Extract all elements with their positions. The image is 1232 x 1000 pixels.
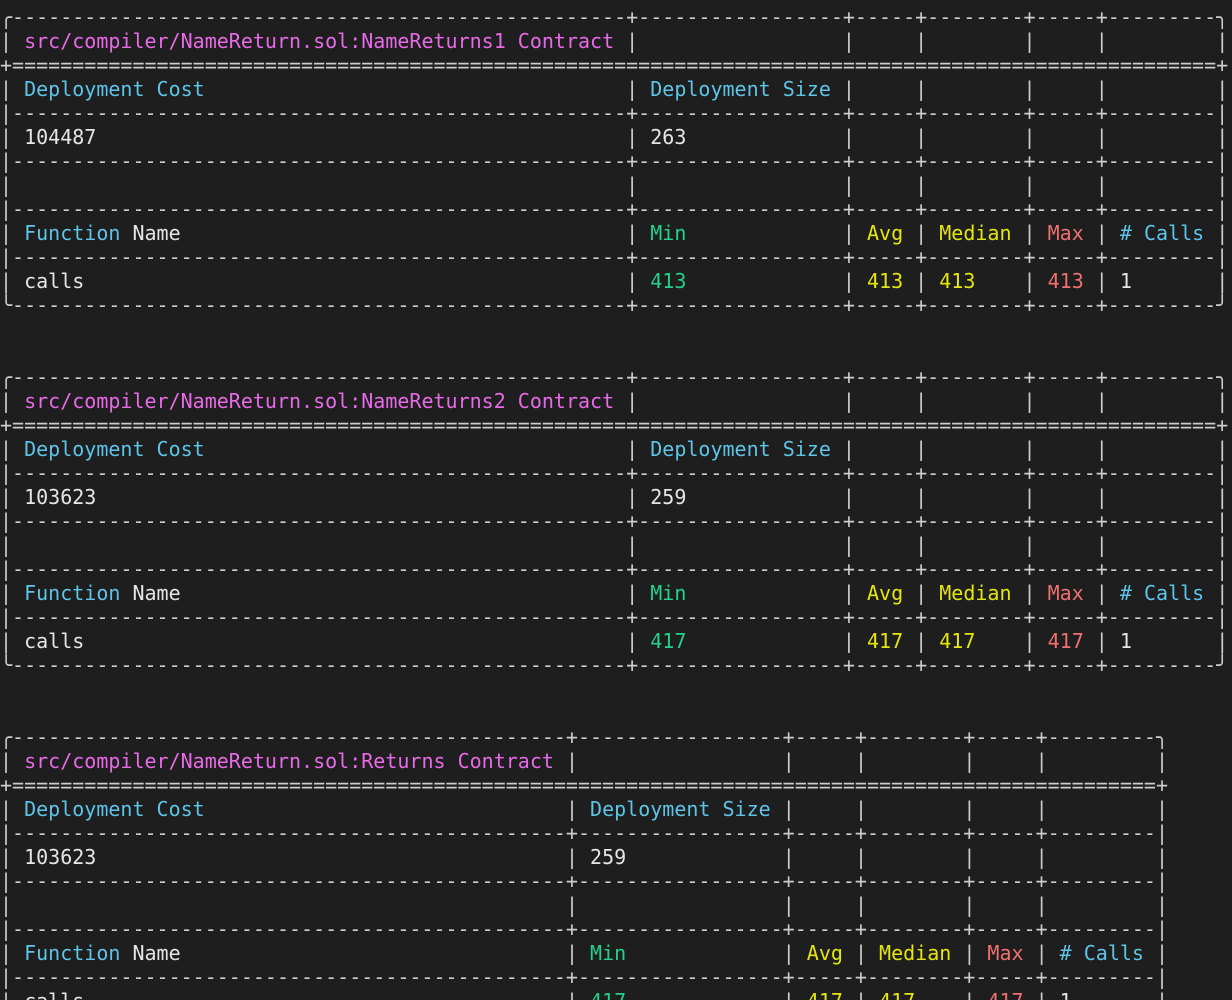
deployment-cost: Deployment Cost xyxy=(24,797,205,821)
avg: Avg xyxy=(806,941,843,965)
name-word: Name xyxy=(132,941,181,965)
deployment-values-row: | 104487 | 263 | | | | | xyxy=(0,125,1229,149)
table-top-border: ╭---------------------------------------… xyxy=(0,365,1229,389)
row-divider: |---------------------------------------… xyxy=(0,965,1168,989)
deployment-cost: 103623 xyxy=(24,845,97,869)
terminal-output: ╭---------------------------------------… xyxy=(0,0,1232,1000)
contract-title-row: | src/compiler/NameReturn.sol:NameReturn… xyxy=(0,29,1229,53)
min: 413 xyxy=(650,269,687,293)
function-row: | calls | 417 | 417 | 417 | 417 | 1 | xyxy=(0,989,1168,1000)
row-divider: |---------------------------------------… xyxy=(0,101,1229,125)
deployment-size: 259 xyxy=(590,845,627,869)
name: calls xyxy=(24,989,84,1000)
contract: src/compiler/NameReturn.sol:NameReturns2… xyxy=(24,389,615,413)
median: Median xyxy=(939,581,1012,605)
min: Min xyxy=(650,581,687,605)
function-word: Function xyxy=(24,941,121,965)
median: 417 xyxy=(939,629,976,653)
row-divider: |---------------------------------------… xyxy=(0,821,1168,845)
deployment-header-row: | Deployment Cost | Deployment Size | | … xyxy=(0,797,1169,821)
name-word: Name xyxy=(132,581,181,605)
name: calls xyxy=(24,629,85,653)
table-top-border: ╭---------------------------------------… xyxy=(0,725,1168,749)
gas-report-table: ╭---------------------------------------… xyxy=(0,725,1232,1000)
contract-title-row: | src/compiler/NameReturn.sol:Returns Co… xyxy=(0,749,1169,773)
max: 413 xyxy=(1047,269,1084,293)
max: 417 xyxy=(987,989,1023,1000)
function-word: Function xyxy=(24,581,121,605)
min: Min xyxy=(650,221,687,245)
row-divider: |---------------------------------------… xyxy=(0,605,1229,629)
deployment-header-row: | Deployment Cost | Deployment Size | | … xyxy=(0,437,1229,461)
deployment-size: Deployment Size xyxy=(650,77,831,101)
row-divider: |---------------------------------------… xyxy=(0,245,1229,269)
calls: # Calls xyxy=(1119,581,1205,605)
deployment-cost: 103623 xyxy=(24,485,97,509)
median: 413 xyxy=(939,269,976,293)
avg: Avg xyxy=(867,221,904,245)
table-bottom-border: ╰---------------------------------------… xyxy=(0,293,1229,317)
min: 417 xyxy=(650,629,687,653)
function-row: | calls | 417 | 417 | 417 | 417 | 1 | xyxy=(0,629,1229,653)
row-divider: |---------------------------------------… xyxy=(0,461,1229,485)
table-bottom-border: ╰---------------------------------------… xyxy=(0,653,1229,677)
row-divider: |---------------------------------------… xyxy=(0,149,1229,173)
header-divider: +=======================================… xyxy=(0,413,1229,437)
row-divider: |---------------------------------------… xyxy=(0,197,1229,221)
blank-row: | | | | | | | xyxy=(0,533,1229,557)
name: calls xyxy=(24,269,85,293)
deployment-values-row: | 103623 | 259 | | | | | xyxy=(0,845,1169,869)
row-divider: |---------------------------------------… xyxy=(0,509,1229,533)
function-header-row: | Function Name | Min | Avg | Median | M… xyxy=(0,941,1169,965)
deployment-size: Deployment Size xyxy=(650,437,831,461)
deployment-header-row: | Deployment Cost | Deployment Size | | … xyxy=(0,77,1229,101)
contract: src/compiler/NameReturn.sol:NameReturns1… xyxy=(24,29,615,53)
avg: Avg xyxy=(867,581,904,605)
deployment-cost: Deployment Cost xyxy=(24,77,205,101)
row-divider: |---------------------------------------… xyxy=(0,869,1168,893)
min: 417 xyxy=(590,989,626,1000)
header-divider: +=======================================… xyxy=(0,773,1168,797)
median: 417 xyxy=(879,989,915,1000)
function-header-row: | Function Name | Min | Avg | Median | M… xyxy=(0,581,1229,605)
min: Min xyxy=(590,941,627,965)
deployment-values-row: | 103623 | 259 | | | | | xyxy=(0,485,1229,509)
row-divider: |---------------------------------------… xyxy=(0,557,1229,581)
deployment-size: 259 xyxy=(650,485,687,509)
calls: 1 xyxy=(1060,989,1072,1000)
median: Median xyxy=(939,221,1012,245)
max: Max xyxy=(1047,221,1084,245)
gas-report-table: ╭---------------------------------------… xyxy=(0,5,1232,317)
table-top-border: ╭---------------------------------------… xyxy=(0,5,1229,29)
deployment-size: Deployment Size xyxy=(590,797,771,821)
row-divider: |---------------------------------------… xyxy=(0,917,1168,941)
blank-row: | | | | | | | xyxy=(0,173,1229,197)
avg: 413 xyxy=(867,269,904,293)
blank-row: | | | | | | | xyxy=(0,893,1169,917)
gas-report-table: ╭---------------------------------------… xyxy=(0,365,1232,677)
calls: 1 xyxy=(1119,629,1132,653)
calls: # Calls xyxy=(1119,221,1205,245)
max: Max xyxy=(1047,581,1084,605)
max: Max xyxy=(987,941,1024,965)
header-divider: +=======================================… xyxy=(0,53,1229,77)
function-header-row: | Function Name | Min | Avg | Median | M… xyxy=(0,221,1229,245)
name-word: Name xyxy=(132,221,181,245)
calls: 1 xyxy=(1119,269,1132,293)
contract-title-row: | src/compiler/NameReturn.sol:NameReturn… xyxy=(0,389,1229,413)
max: 417 xyxy=(1047,629,1084,653)
function-row: | calls | 413 | 413 | 413 | 413 | 1 | xyxy=(0,269,1229,293)
median: Median xyxy=(879,941,952,965)
calls: # Calls xyxy=(1059,941,1144,965)
avg: 417 xyxy=(807,989,843,1000)
contract: src/compiler/NameReturn.sol:Returns Cont… xyxy=(24,749,554,773)
avg: 417 xyxy=(867,629,904,653)
deployment-size: 263 xyxy=(650,125,687,149)
deployment-cost: Deployment Cost xyxy=(24,437,205,461)
deployment-cost: 104487 xyxy=(24,125,97,149)
function-word: Function xyxy=(24,221,121,245)
